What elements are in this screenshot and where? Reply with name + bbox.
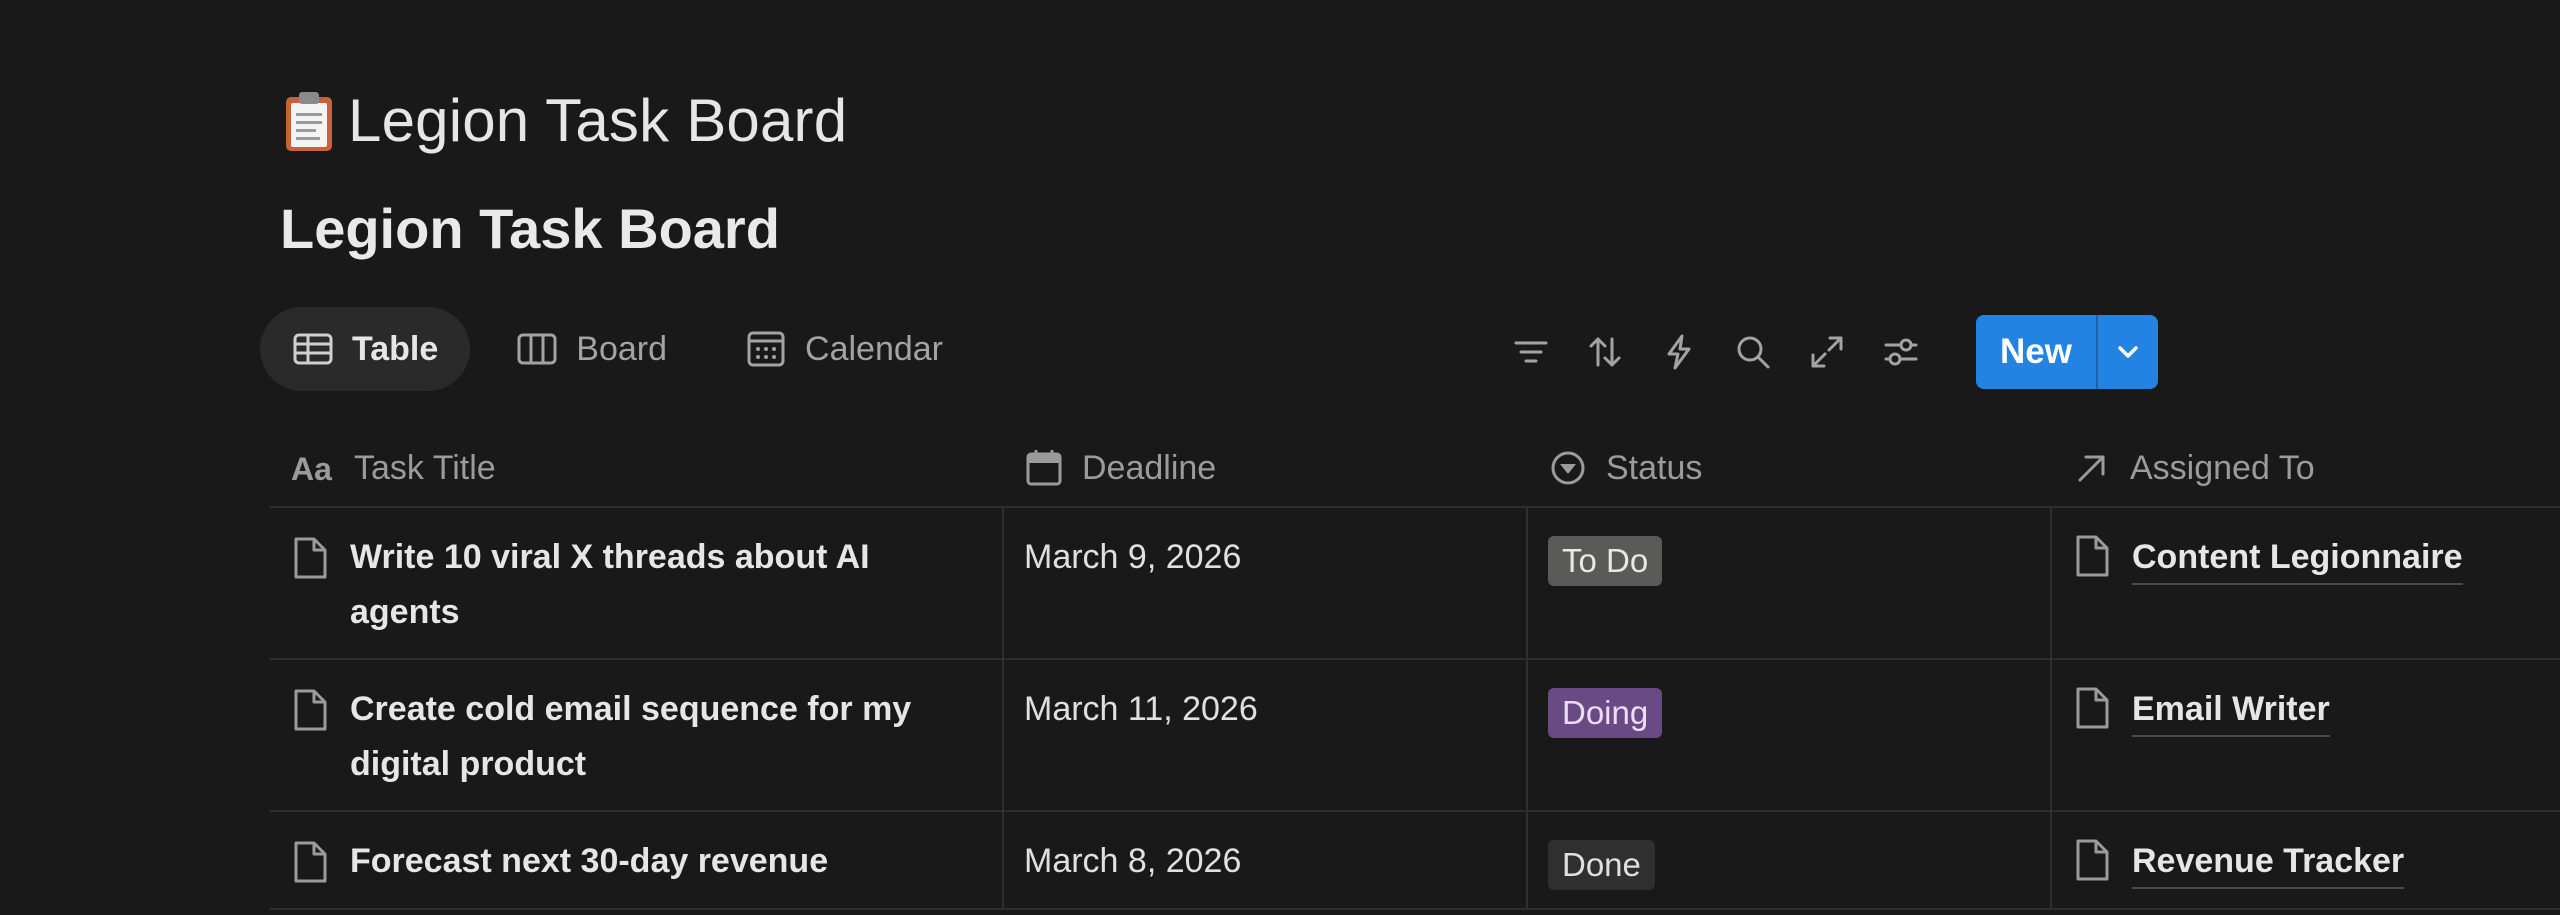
assigned-link[interactable]: Email Writer <box>2132 682 2330 737</box>
filter-button[interactable] <box>1500 321 1562 383</box>
column-header-assigned-to[interactable]: Assigned To <box>2052 430 2560 506</box>
column-header-task-title[interactable]: Aa Task Title <box>270 430 1004 506</box>
database-toolbar: New <box>1500 315 2158 389</box>
assigned-cell[interactable]: Revenue Tracker <box>2052 812 2560 908</box>
assigned-link[interactable]: Content Legionnaire <box>2132 530 2463 585</box>
automation-icon <box>1667 334 1691 370</box>
assigned-link[interactable]: Revenue Tracker <box>2132 834 2405 889</box>
page-icon <box>294 841 327 883</box>
chevron-down-icon <box>2118 346 2138 358</box>
relation-property-icon <box>2078 455 2105 482</box>
status-badge: Done <box>1548 840 1655 890</box>
page-title: Legion Task Board <box>280 86 847 155</box>
page: Legion Task Board Legion Task Board Tabl… <box>0 0 2560 915</box>
tab-label: Table <box>352 329 439 368</box>
expand-icon <box>1811 336 1843 368</box>
view-settings-button[interactable] <box>1870 321 1932 383</box>
column-label: Status <box>1606 448 1703 487</box>
column-label: Assigned To <box>2130 448 2315 487</box>
sort-button[interactable] <box>1574 321 1636 383</box>
table-icon <box>293 333 333 365</box>
new-button[interactable]: New <box>1976 315 2096 389</box>
new-button-group: New <box>1976 315 2158 389</box>
page-icon <box>294 689 327 731</box>
page-icon <box>2076 687 2109 729</box>
expand-button[interactable] <box>1796 321 1858 383</box>
page-icon <box>294 537 327 579</box>
svg-text:Aa: Aa <box>291 451 332 487</box>
clipboard-icon[interactable] <box>280 89 338 153</box>
page-icon <box>2076 839 2109 881</box>
search-icon <box>1737 336 1770 369</box>
table-row[interactable]: Write 10 viral X threads about AI agents… <box>270 508 2560 660</box>
deadline-value: March 9, 2026 <box>1024 538 1242 576</box>
task-title-cell[interactable]: Write 10 viral X threads about AI agents <box>270 508 1004 658</box>
table-row[interactable]: Forecast next 30-day revenue March 8, 20… <box>270 812 2560 910</box>
tab-table[interactable]: Table <box>260 307 471 391</box>
search-button[interactable] <box>1722 321 1784 383</box>
deadline-cell[interactable]: March 8, 2026 <box>1004 812 1528 908</box>
assigned-cell[interactable]: Email Writer <box>2052 660 2560 810</box>
deadline-value: March 11, 2026 <box>1024 690 1258 728</box>
task-title-cell[interactable]: Forecast next 30-day revenue <box>270 812 1004 908</box>
deadline-cell[interactable]: March 11, 2026 <box>1004 660 1528 810</box>
task-title[interactable]: Create cold email sequence for my digita… <box>350 682 982 810</box>
task-title[interactable]: Forecast next 30-day revenue <box>350 834 828 908</box>
page-title-text[interactable]: Legion Task Board <box>348 86 847 155</box>
task-table: Aa Task Title Deadline Status Assigned T… <box>270 430 2560 910</box>
deadline-cell[interactable]: March 9, 2026 <box>1004 508 1528 658</box>
column-label: Task Title <box>354 448 496 487</box>
tab-calendar[interactable]: Calendar <box>713 307 975 391</box>
status-badge: Doing <box>1548 688 1663 738</box>
table-row[interactable]: Create cold email sequence for my digita… <box>270 660 2560 812</box>
table-header: Aa Task Title Deadline Status Assigned T… <box>270 430 2560 508</box>
sort-icon <box>1589 337 1621 367</box>
tab-label: Calendar <box>805 329 943 368</box>
settings-icon <box>1884 338 1918 366</box>
status-cell[interactable]: Done <box>1528 812 2052 908</box>
status-badge: To Do <box>1548 536 1663 586</box>
status-property-icon <box>1551 451 1585 485</box>
filter-icon <box>1514 341 1548 363</box>
column-header-status[interactable]: Status <box>1528 430 2052 506</box>
text-property-icon: Aa <box>291 451 332 487</box>
page-icon <box>2076 535 2109 577</box>
date-property-icon <box>1026 450 1062 486</box>
deadline-value: March 8, 2026 <box>1024 842 1242 880</box>
column-label: Deadline <box>1082 448 1217 487</box>
status-cell[interactable]: To Do <box>1528 508 2052 658</box>
task-title-cell[interactable]: Create cold email sequence for my digita… <box>270 660 1004 810</box>
automation-button[interactable] <box>1648 321 1710 383</box>
tab-board[interactable]: Board <box>484 307 699 391</box>
tab-label: Board <box>576 329 668 368</box>
column-header-deadline[interactable]: Deadline <box>1004 430 1528 506</box>
status-cell[interactable]: Doing <box>1528 660 2052 810</box>
board-icon <box>517 333 557 365</box>
view-tabs: Table Board Calendar <box>260 307 975 391</box>
assigned-cell[interactable]: Content Legionnaire <box>2052 508 2560 658</box>
database-title[interactable]: Legion Task Board <box>280 196 780 261</box>
calendar-icon <box>747 331 785 367</box>
new-dropdown-button[interactable] <box>2098 315 2158 389</box>
task-title[interactable]: Write 10 viral X threads about AI agents <box>350 530 982 658</box>
